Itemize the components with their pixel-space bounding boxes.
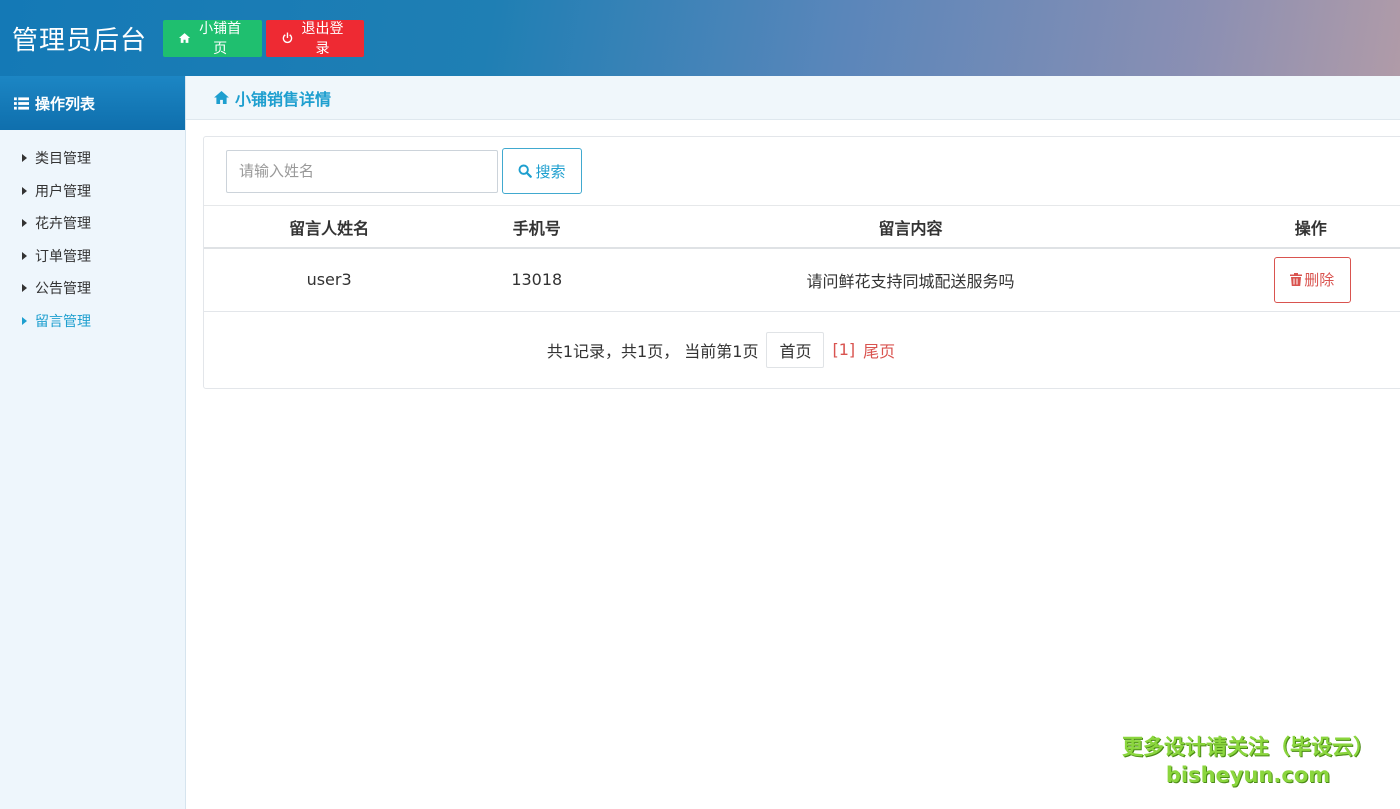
- caret-right-icon: [22, 186, 27, 195]
- sidebar-item-label: 用户管理: [35, 183, 91, 200]
- column-header-content: 留言内容: [619, 206, 1202, 249]
- search-bar: 搜索: [204, 137, 1400, 206]
- main-content: 小铺销售详情 搜索 留言人姓名 手机号 留言内容 操作 user3: [186, 76, 1400, 809]
- home-icon: [214, 91, 229, 104]
- watermark-line2: bisheyun.com: [1165, 763, 1331, 787]
- watermark-line1: 更多设计请关注（毕设云）: [1122, 735, 1374, 759]
- caret-right-icon: [22, 154, 27, 163]
- sidebar-item-label: 留言管理: [35, 313, 91, 330]
- cell-actions: 删除: [1201, 248, 1400, 312]
- cell-content: 请问鲜花支持同城配送服务吗: [619, 248, 1202, 312]
- sidebar-item-messages[interactable]: 留言管理: [0, 305, 185, 338]
- column-header-actions: 操作: [1201, 206, 1400, 249]
- search-button[interactable]: 搜索: [502, 148, 582, 194]
- cell-name: user3: [204, 248, 455, 312]
- trash-icon: [1290, 273, 1303, 287]
- sidebar-header: 操作列表: [0, 76, 185, 130]
- first-page-button[interactable]: 首页: [766, 331, 825, 368]
- delete-button-label: 删除: [1304, 271, 1335, 290]
- content-panel: 搜索 留言人姓名 手机号 留言内容 操作 user3 13018 请问鲜花支持同…: [203, 136, 1400, 389]
- delete-button[interactable]: 删除: [1273, 256, 1351, 303]
- logout-button[interactable]: 退出登录: [266, 19, 365, 57]
- sidebar-title: 操作列表: [35, 94, 96, 113]
- search-button-label: 搜索: [535, 162, 566, 181]
- watermark: 更多设计请关注（毕设云） bisheyun.com: [1118, 733, 1378, 789]
- current-page-link[interactable]: [1]: [832, 340, 855, 359]
- top-header: 管理员后台 小铺首页 退出登录: [0, 0, 1400, 76]
- logout-button-label: 退出登录: [301, 21, 344, 57]
- sidebar-item-flowers[interactable]: 花卉管理: [0, 207, 185, 240]
- sidebar-item-label: 类目管理: [35, 151, 91, 168]
- sidebar-item-label: 订单管理: [35, 248, 91, 265]
- column-header-phone: 手机号: [454, 206, 620, 249]
- messages-table: 留言人姓名 手机号 留言内容 操作 user3 13018 请问鲜花支持同城配送…: [204, 206, 1400, 312]
- caret-right-icon: [22, 284, 27, 293]
- caret-right-icon: [22, 219, 27, 228]
- caret-right-icon: [22, 316, 27, 325]
- sidebar-item-label: 公告管理: [35, 281, 91, 298]
- search-icon: [519, 164, 533, 178]
- sidebar-item-orders[interactable]: 订单管理: [0, 240, 185, 273]
- table-row: user3 13018 请问鲜花支持同城配送服务吗 删除: [204, 248, 1400, 312]
- caret-right-icon: [22, 251, 27, 260]
- sidebar-item-users[interactable]: 用户管理: [0, 175, 185, 208]
- sidebar-item-category[interactable]: 类目管理: [0, 142, 185, 175]
- cell-phone: 13018: [454, 248, 620, 312]
- power-icon: [282, 32, 293, 44]
- page-header: 小铺销售详情: [186, 76, 1400, 120]
- sidebar-menu: 类目管理 用户管理 花卉管理 订单管理 公告管理 留言管理: [0, 130, 185, 337]
- sidebar-item-label: 花卉管理: [35, 216, 91, 233]
- home-icon: [179, 33, 191, 43]
- last-page-link[interactable]: 尾页: [863, 338, 895, 362]
- shop-home-button-label: 小铺首页: [199, 21, 242, 57]
- pagination-info: 共1记录，共1页， 当前第1页: [546, 341, 759, 361]
- pagination: 共1记录，共1页， 当前第1页 首页 [1] 尾页: [204, 312, 1400, 388]
- name-search-input[interactable]: [226, 149, 498, 193]
- app-title: 管理员后台: [12, 25, 148, 56]
- sidebar-item-notices[interactable]: 公告管理: [0, 272, 185, 305]
- sidebar: 操作列表 类目管理 用户管理 花卉管理 订单管理 公告管理 留言管理: [0, 76, 186, 809]
- table-header-row: 留言人姓名 手机号 留言内容 操作: [204, 206, 1400, 249]
- list-icon: [14, 96, 29, 110]
- column-header-name: 留言人姓名: [204, 206, 455, 249]
- page-title: 小铺销售详情: [235, 89, 332, 109]
- shop-home-button[interactable]: 小铺首页: [163, 19, 263, 57]
